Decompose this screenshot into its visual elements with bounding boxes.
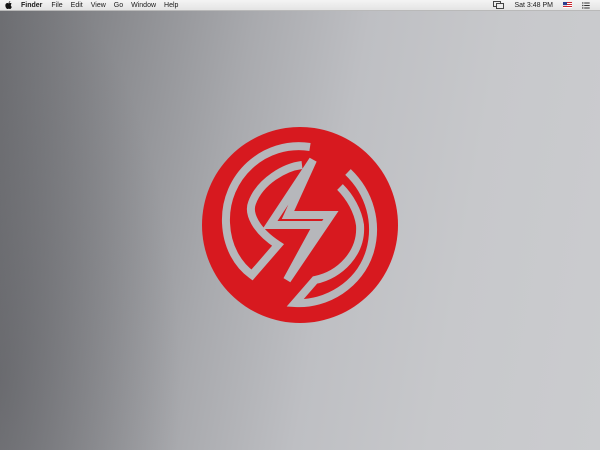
menu-bar-clock[interactable]: Sat 3:48 PM: [514, 0, 553, 11]
us-flag-icon[interactable]: [563, 2, 572, 8]
menu-help[interactable]: Help: [160, 0, 182, 11]
wallpaper-lightning-logo: [200, 125, 400, 325]
menu-view[interactable]: View: [87, 0, 110, 11]
menu-go[interactable]: Go: [110, 0, 127, 11]
screen-mirroring-icon[interactable]: [493, 1, 505, 9]
menu-window[interactable]: Window: [127, 0, 160, 11]
apple-icon[interactable]: [5, 1, 12, 9]
menu-bar-left: Finder File Edit View Go Window Help: [0, 0, 182, 10]
menu-app-finder[interactable]: Finder: [19, 0, 47, 11]
menu-edit[interactable]: Edit: [67, 0, 87, 11]
menu-bar-right: Sat 3:48 PM: [488, 0, 600, 10]
menu-bar: Finder File Edit View Go Window Help Sat…: [0, 0, 600, 11]
menu-file[interactable]: File: [47, 0, 66, 11]
notification-center-icon[interactable]: [582, 1, 590, 9]
desktop[interactable]: Finder File Edit View Go Window Help Sat…: [0, 0, 600, 450]
